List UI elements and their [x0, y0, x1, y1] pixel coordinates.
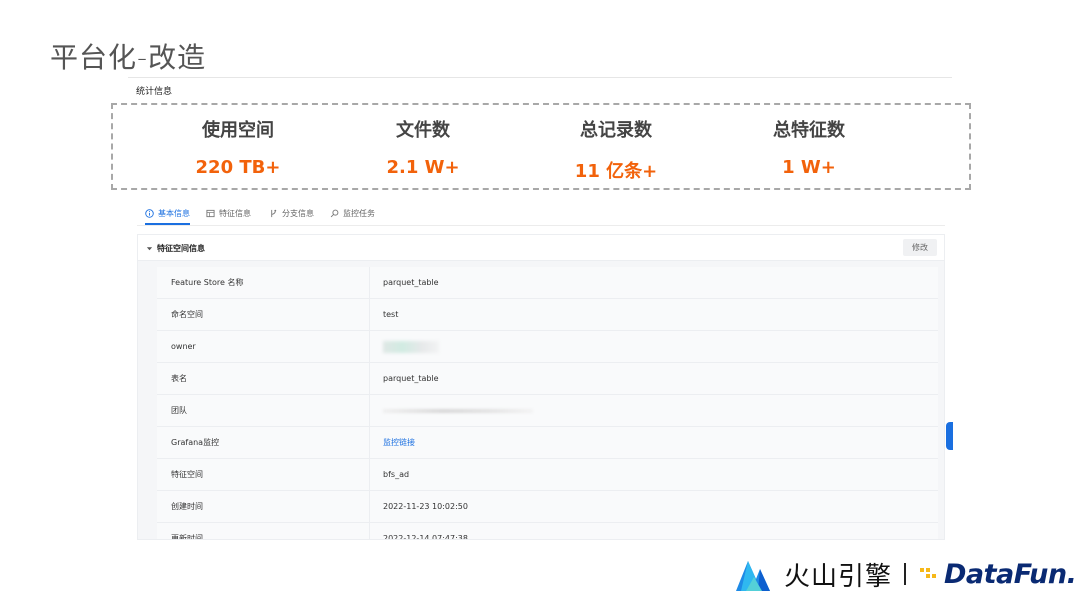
table-row: owner: [157, 331, 938, 363]
row-key: Grafana监控: [157, 427, 370, 458]
row-key: 创建时间: [157, 491, 370, 522]
search-icon: [330, 209, 339, 218]
table-row: Grafana监控 监控链接: [157, 427, 938, 459]
top-divider: [128, 77, 952, 78]
row-value: bfs_ad: [383, 470, 410, 479]
row-value-redacted: [370, 331, 938, 362]
redacted-owner: [383, 340, 439, 353]
row-value: 2022-11-23 10:02:50: [383, 502, 468, 511]
brand-volcano-engine: 火山引擎: [784, 561, 893, 592]
tab-basic-info[interactable]: 基本信息: [145, 208, 190, 225]
brand-datafun: DataFun.: [944, 558, 1077, 590]
row-key: 更新时间: [157, 523, 370, 539]
table-icon: [206, 209, 215, 218]
tab-label: 监控任务: [343, 209, 375, 218]
tab-label: 分支信息: [282, 209, 314, 218]
row-key: 团队: [157, 395, 370, 426]
tab-monitor-tasks[interactable]: 监控任务: [330, 208, 375, 219]
stat-label: 总特征数: [773, 120, 845, 141]
table-row: 命名空间 test: [157, 299, 938, 331]
redacted-team: [383, 408, 533, 413]
stat-value: 11 亿条+: [574, 161, 658, 182]
slide-title: 平台化-改造: [50, 41, 207, 74]
row-value: 2022-12-14 07:47:38: [383, 534, 468, 540]
stats-label: 统计信息: [136, 87, 173, 97]
row-value: test: [383, 310, 399, 319]
row-key: 表名: [157, 363, 370, 394]
panel-title-text: 特征空间信息: [157, 244, 205, 253]
table-row: 团队: [157, 395, 938, 427]
panel-title[interactable]: 特征空间信息: [146, 243, 205, 254]
row-key: owner: [157, 331, 370, 362]
row-value: parquet_table: [383, 278, 439, 287]
tab-branch-info[interactable]: 分支信息: [269, 208, 314, 219]
row-key: Feature Store 名称: [157, 267, 370, 298]
info-circle-icon: [145, 209, 154, 218]
grafana-monitor-link[interactable]: 监控链接: [370, 427, 938, 458]
table-row: 更新时间 2022-12-14 07:47:38: [157, 523, 938, 540]
table-row: Feature Store 名称 parquet_table: [157, 267, 938, 299]
stat-label: 总记录数: [580, 120, 652, 141]
stat-value: 2.1 W+: [386, 157, 460, 178]
stat-value: 220 TB+: [195, 157, 281, 178]
caret-down-icon: [146, 247, 153, 251]
datafun-dots-icon: [920, 568, 937, 578]
side-float-tab[interactable]: [946, 422, 953, 450]
edit-button[interactable]: 修改: [903, 239, 937, 256]
branch-icon: [271, 209, 277, 218]
panel-header[interactable]: 特征空间信息 修改: [138, 235, 944, 261]
row-key: 特征空间: [157, 459, 370, 490]
detail-tabs: 基本信息 特征信息 分支信息 监控任务: [137, 204, 945, 226]
stat-label: 使用空间: [202, 120, 274, 141]
table-row: 表名 parquet_table: [157, 363, 938, 395]
table-row: 创建时间 2022-11-23 10:02:50: [157, 491, 938, 523]
tab-feature-info[interactable]: 特征信息: [206, 208, 251, 219]
row-value: parquet_table: [383, 374, 439, 383]
stat-label: 文件数: [396, 120, 450, 141]
stats-box: 使用空间 220 TB+ 文件数 2.1 W+ 总记录数 11 亿条+ 总特征数…: [111, 103, 971, 190]
footer-logos: 火山引擎 DataFun.: [736, 552, 1077, 596]
stat-value: 1 W+: [782, 157, 836, 178]
row-key: 命名空间: [157, 299, 370, 330]
volcano-engine-logo-icon: [736, 561, 770, 591]
row-value-redacted: [370, 395, 938, 426]
feature-space-panel: 特征空间信息 修改 Feature Store 名称 parquet_table…: [137, 234, 945, 540]
tab-label: 基本信息: [158, 209, 190, 218]
table-row: 特征空间 bfs_ad: [157, 459, 938, 491]
info-table: Feature Store 名称 parquet_table 命名空间 test…: [157, 267, 938, 540]
brand-divider: [904, 563, 907, 585]
tab-label: 特征信息: [219, 209, 251, 218]
